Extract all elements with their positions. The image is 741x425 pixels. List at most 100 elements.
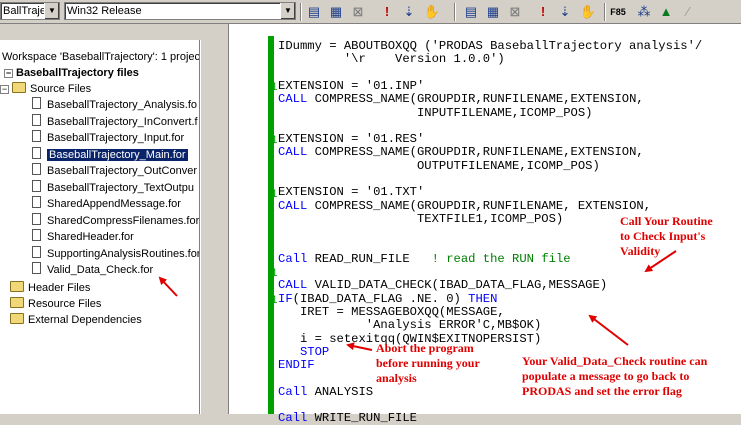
splitter[interactable]	[200, 40, 206, 414]
tree-icon[interactable]: ⁂	[635, 3, 653, 21]
source-file-label: SupportingAnalysisRoutines.for	[47, 247, 200, 260]
config-combo[interactable]: BallTrajecto ▼	[0, 2, 60, 20]
file-icon	[32, 97, 41, 109]
code-keyword: CALL	[278, 145, 308, 160]
code-keyword: CALL	[278, 278, 308, 293]
code-text: ANALYSIS	[307, 384, 374, 399]
source-files-folder[interactable]: − Source Files	[0, 81, 91, 97]
code-line: EXTENSION = '01.INP'	[278, 79, 424, 93]
code-line: OUTPUTFILENAME,ICOMP_POS)	[278, 159, 600, 173]
source-file-item[interactable]: BaseballTrajectory_TextOutpu	[30, 179, 194, 196]
gutter-number: 1	[271, 82, 278, 95]
folder-icon	[10, 281, 24, 292]
code-line: CALL VALID_DATA_CHECK(IBAD_DATA_FLAG,MES…	[278, 278, 607, 292]
chevron-down-icon[interactable]: ▼	[280, 3, 295, 19]
code-keyword: Call	[278, 384, 308, 399]
code-comment: ! read the RUN file	[431, 251, 571, 266]
source-file-label: BaseballTrajectory_Main.for	[47, 148, 188, 161]
code-keyword: CALL	[278, 92, 308, 107]
wand-icon[interactable]: ⁄	[679, 3, 697, 21]
collapse-icon[interactable]: −	[0, 85, 9, 94]
compile-icon-2[interactable]: ▤	[462, 3, 480, 21]
annotation-line: analysis	[376, 371, 417, 385]
project-node[interactable]: − BaseballTrajectory files	[4, 65, 139, 81]
code-keyword: CALL	[278, 198, 308, 213]
source-file-label: BaseballTrajectory_TextOutpu	[47, 181, 194, 194]
source-file-item[interactable]: SharedAppendMessage.for	[30, 196, 181, 212]
source-file-item[interactable]: BaseballTrajectory_Analysis.fo	[30, 97, 197, 113]
execute-icon[interactable]: !	[378, 3, 396, 21]
workspace-header[interactable]: Workspace 'BaseballTrajectory': 1 projec…	[2, 49, 199, 65]
source-file-label: BaseballTrajectory_Input.for	[47, 132, 185, 144]
toolbar-separator	[300, 3, 302, 21]
code-text: READ_RUN_FILE	[307, 251, 432, 266]
build-icon-2[interactable]: ▦	[484, 3, 502, 21]
annotation-line: Your Valid_Data_Check routine can	[522, 354, 708, 368]
file-icon	[32, 229, 41, 241]
code-keyword: THEN	[468, 291, 498, 306]
upgrade-icon[interactable]: ▲	[657, 3, 675, 21]
collapse-icon[interactable]: −	[4, 69, 13, 78]
toolbar-separator	[604, 3, 606, 21]
build-config-value: Win32 Release	[67, 5, 142, 17]
source-file-item[interactable]: SharedHeader.for	[30, 229, 134, 245]
code-keyword: IF	[278, 291, 293, 306]
stop-build-icon[interactable]: ⊠	[349, 3, 367, 21]
folder-node[interactable]: External Dependencies	[10, 312, 142, 328]
annotation-line: PRODAS and set the error flag	[522, 384, 682, 398]
source-file-item[interactable]: BaseballTrajectory_Main.for	[30, 146, 188, 163]
folder-open-icon	[12, 82, 26, 93]
step-into-icon[interactable]: ⇣	[400, 3, 418, 21]
code-line: EXTENSION = '01.TXT'	[278, 185, 424, 199]
toolbar-separator	[454, 3, 456, 21]
code-line: INPUTFILENAME,ICOMP_POS)	[278, 106, 593, 120]
project-label: BaseballTrajectory files	[16, 67, 139, 79]
code-text: (IBAD_DATA_FLAG .NE. 0)	[292, 291, 469, 306]
code-text: '\r Version 1.0.0')	[278, 52, 505, 67]
folder-icon	[10, 313, 24, 324]
workspace-tree: Workspace 'BaseballTrajectory': 1 projec…	[0, 40, 200, 414]
source-file-item[interactable]: BaseballTrajectory_OutConver	[30, 163, 197, 179]
source-file-item[interactable]: BaseballTrajectory_InConvert.f	[30, 113, 198, 130]
f85-icon[interactable]: F85	[609, 3, 627, 21]
code-text: IRET = MESSAGEBOXQQ(MESSAGE,	[278, 305, 505, 319]
gutter-number: 1	[271, 295, 278, 307]
gutter-number: 1	[271, 268, 278, 281]
annotation-line: Call Your Routine	[620, 214, 713, 228]
code-text: TEXTFILE1,ICOMP_POS)	[278, 211, 564, 226]
source-file-item[interactable]: SupportingAnalysisRoutines.for	[30, 245, 200, 262]
source-file-item[interactable]: BaseballTrajectory_Input.for	[30, 130, 184, 146]
gutter-number: 1	[271, 135, 278, 148]
stop-build-icon-2[interactable]: ⊠	[506, 3, 524, 21]
folder-node[interactable]: Resource Files	[10, 296, 101, 312]
source-file-label: Valid_Data_Check.for	[47, 264, 154, 276]
annotation-line: Abort the program	[376, 341, 474, 355]
code-keyword: Call	[278, 411, 308, 425]
chevron-down-icon[interactable]: ▼	[44, 3, 59, 19]
code-text: EXTENSION = '01.TXT'	[278, 185, 425, 200]
hand-icon[interactable]: ✋	[423, 3, 441, 21]
code-line: CALL COMPRESS_NAME(GROUPDIR,RUNFILENAME,…	[278, 199, 651, 213]
code-text: INPUTFILENAME,ICOMP_POS)	[278, 105, 593, 120]
hand-icon-2[interactable]: ✋	[579, 3, 597, 21]
build-icon[interactable]: ▦	[327, 3, 345, 21]
folder-node[interactable]: Header Files	[10, 280, 90, 296]
code-text: COMPRESS_NAME(GROUPDIR,RUNFILENAME,EXTEN…	[307, 145, 644, 160]
code-line: Call READ_RUN_FILE ! read the RUN file	[278, 252, 571, 266]
file-icon	[32, 146, 41, 159]
source-file-item[interactable]: Valid_Data_Check.for	[30, 262, 153, 278]
code-line: CALL COMPRESS_NAME(GROUPDIR,RUNFILENAME,…	[278, 92, 644, 106]
annotation-abort: Abort the program before running your an…	[376, 341, 480, 386]
step-into-icon-2[interactable]: ⇣	[556, 3, 574, 21]
file-icon	[32, 196, 41, 208]
source-file-item[interactable]: SharedCompressFilenames.for	[30, 212, 200, 229]
code-line: '\r Version 1.0.0')	[278, 52, 505, 66]
compile-icon[interactable]: ▤	[305, 3, 323, 21]
execute-icon-2[interactable]: !	[534, 3, 552, 21]
source-file-label: SharedCompressFilenames.for	[47, 214, 200, 227]
folder-label: External Dependencies	[28, 314, 142, 326]
annotation-valid-data: Your Valid_Data_Check routine can popula…	[522, 354, 707, 399]
file-icon	[32, 130, 41, 142]
build-config-combo[interactable]: Win32 Release ▼	[64, 2, 296, 20]
